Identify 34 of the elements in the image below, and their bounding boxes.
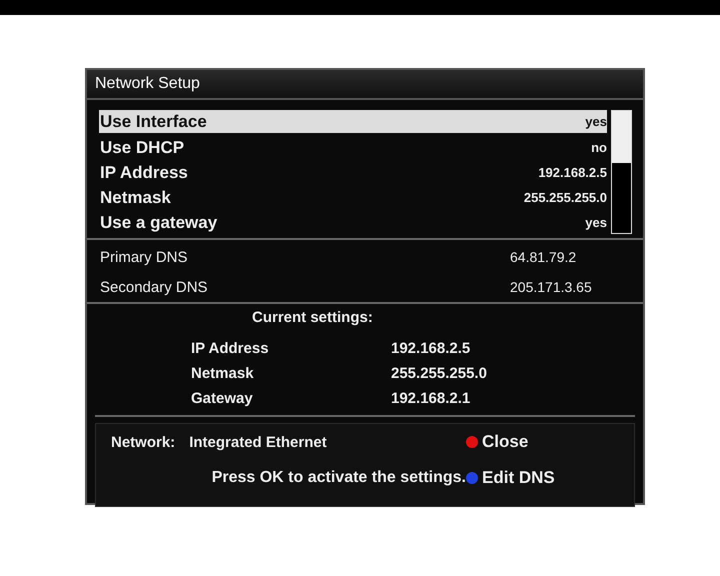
menu-item[interactable]: Netmask 255.255.255.0 (99, 185, 607, 210)
item-label: Use Interface (100, 112, 207, 132)
setting-value: 192.168.2.5 (391, 340, 470, 357)
menu-item[interactable]: Use a gateway yes (99, 210, 607, 235)
setting-value: 192.168.2.1 (391, 390, 470, 407)
item-value: no (591, 140, 607, 155)
close-button[interactable]: Close (466, 432, 528, 452)
dns-label: Secondary DNS (100, 278, 208, 296)
menu-item[interactable]: IP Address 192.168.2.5 (99, 160, 607, 185)
network-label: Network: (111, 434, 176, 450)
item-value: yes (585, 114, 607, 129)
menu-item[interactable]: Use Interface yes (99, 110, 607, 133)
hint-text: Press OK to activate the settings. (212, 469, 466, 487)
dns-label: Primary DNS (100, 248, 188, 266)
item-value: yes (585, 215, 607, 230)
section-title: Current settings: (252, 309, 373, 326)
item-label: Use DHCP (100, 138, 184, 158)
setting-label: IP Address (191, 340, 269, 357)
item-value: 255.255.255.0 (524, 190, 607, 205)
dns-value: 205.171.3.65 (510, 279, 593, 295)
scrollbar[interactable] (611, 110, 632, 234)
setting-label: Gateway (191, 390, 253, 407)
scroll-thumb[interactable] (612, 111, 631, 164)
window-title: Network Setup (87, 70, 643, 100)
network-value: Integrated Ethernet (189, 434, 327, 450)
item-label: IP Address (100, 162, 188, 182)
menu-item[interactable]: Use DHCP no (99, 135, 607, 160)
item-label: Netmask (100, 188, 171, 208)
setting-label: Netmask (191, 365, 254, 382)
item-value: 192.168.2.5 (538, 165, 607, 180)
dns-value: 64.81.79.2 (510, 249, 578, 265)
edit-dns-button[interactable]: Edit DNS (466, 468, 555, 488)
item-label: Use a gateway (100, 212, 218, 232)
setting-value: 255.255.255.0 (391, 365, 487, 382)
